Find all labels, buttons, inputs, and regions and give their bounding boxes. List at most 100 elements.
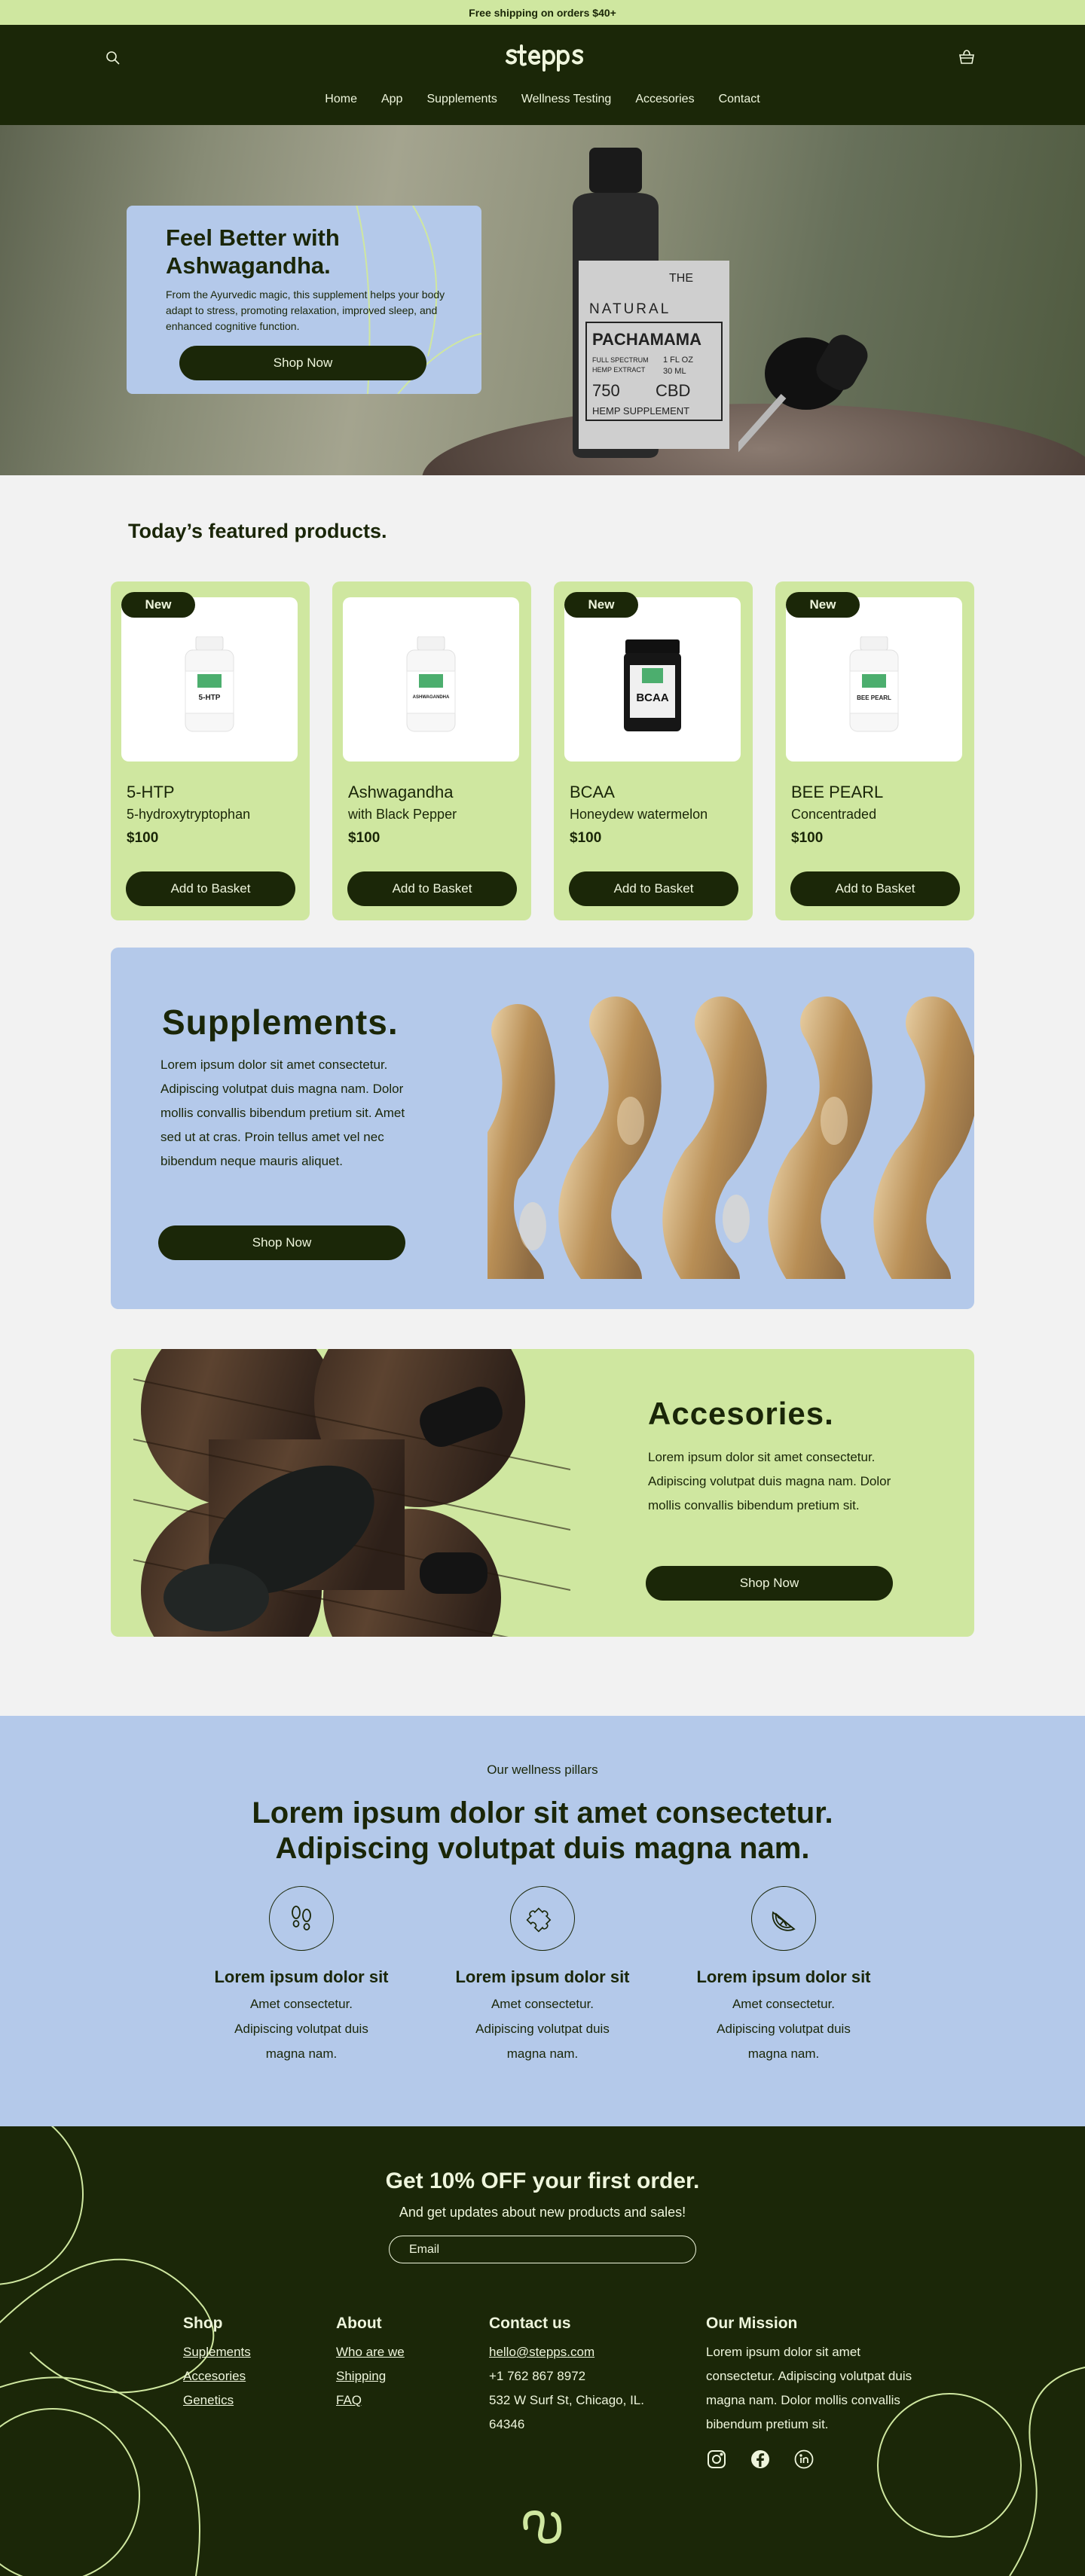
supplement-jar-image: BEE PEARL [849, 636, 899, 732]
social-links [706, 2449, 925, 2470]
footer-about-title: About [336, 2315, 382, 2332]
pillar-text: Amet consectetur. Adipiscing volutpat du… [234, 1997, 368, 2061]
nav-accesories[interactable]: Accesories [623, 93, 706, 106]
footer-contact-phone: +1 762 867 8972 [489, 2369, 586, 2383]
nav-app[interactable]: App [369, 93, 414, 106]
dropper-image [738, 334, 868, 453]
supplement-jar-image: 5-HTP [185, 636, 234, 732]
product-card[interactable]: ASHWAGANDHA Ashwagandha with Black Peppe… [332, 581, 531, 920]
product-card[interactable]: BCAA New BCAA Honeydew watermelon $100 A… [554, 581, 753, 920]
footer-contact-title: Contact us [489, 2315, 571, 2332]
bottle-label-spectrum: FULL SPECTRUM [592, 356, 649, 364]
nav-home[interactable]: Home [313, 93, 369, 106]
hero-text: From the Ayurvedic magic, this supplemen… [166, 288, 445, 332]
supplements-section: Supplements. Lorem ipsum dolor sit amet … [111, 948, 974, 1309]
footer-link-shipping[interactable]: Shipping [336, 2364, 405, 2388]
footer-shop-title: Shop [183, 2315, 223, 2332]
product-name: BCAA [570, 783, 615, 801]
product-image[interactable]: 5-HTP [121, 597, 298, 762]
hero-title: Feel Better with Ashwagandha. [166, 224, 442, 279]
footer-contact-column: Contact us hello@stepps.com +1 762 867 8… [489, 2315, 644, 2437]
add-to-basket-button[interactable]: Add to Basket [790, 871, 960, 906]
instagram-icon[interactable] [706, 2449, 727, 2470]
product-price: $100 [127, 830, 159, 846]
stepps-monogram-logo[interactable] [520, 2507, 568, 2549]
footer-mission-column: Our Mission Lorem ipsum dolor sit amet c… [706, 2315, 925, 2470]
footer-link-who-are-we[interactable]: Who are we [336, 2340, 405, 2364]
pillar-item: Lorem ipsum dolor sit Amet consectetur. … [192, 1886, 411, 2066]
product-name: Ashwagandha [348, 783, 454, 801]
jar-label: BCAA [636, 691, 668, 704]
add-to-basket-button[interactable]: Add to Basket [569, 871, 738, 906]
supplement-jar-image: ASHWAGANDHA [406, 636, 456, 732]
footer-contact-address-line1: 532 W Surf St, Chicago, IL. [489, 2393, 644, 2407]
product-card[interactable]: 5-HTP New 5-HTP 5-hydroxytryptophan $100… [111, 581, 310, 920]
promo-title: Get 10% OFF your first order. [385, 2169, 700, 2193]
pillar-title: Lorem ipsum dolor sit [214, 1967, 389, 1986]
pillars-kicker: Our wellness pillars [487, 1763, 598, 1777]
supplements-text: Lorem ipsum dolor sit amet consectetur. … [160, 1058, 405, 1168]
footer-contact-address-line2: 64346 [489, 2417, 525, 2431]
accessories-shop-now-button[interactable]: Shop Now [646, 1566, 893, 1601]
footer-link-accesories[interactable]: Accesories [183, 2364, 251, 2388]
footprints-icon [292, 1906, 311, 1930]
pillar-title: Lorem ipsum dolor sit [696, 1967, 871, 1986]
bottle-label-ml: 30 ML [663, 367, 686, 376]
bottle-label-natural: NATURAL [589, 301, 671, 317]
nav-supplements[interactable]: Supplements [414, 93, 509, 106]
lime-slice-icon [772, 1911, 796, 1931]
footer-link-genetics[interactable]: Genetics [183, 2388, 251, 2413]
hero-card: Feel Better with Ashwagandha. From the A… [127, 206, 481, 394]
product-name: 5-HTP [127, 783, 175, 801]
supplements-shop-now-button[interactable]: Shop Now [158, 1225, 405, 1260]
announcement-bar: Free shipping on orders $40+ [0, 0, 1085, 25]
new-badge: New [786, 592, 860, 618]
product-image[interactable]: BEE PEARL [786, 597, 962, 762]
nav-wellness-testing[interactable]: Wellness Testing [509, 93, 623, 106]
add-to-basket-button[interactable]: Add to Basket [347, 871, 517, 906]
new-badge: New [121, 592, 195, 618]
product-card[interactable]: BEE PEARL New BEE PEARL Concentraded $10… [775, 581, 974, 920]
hero-title-line1: Feel Better with [166, 224, 340, 251]
bottle-label-cbd: CBD [656, 381, 690, 400]
pillar-text: Amet consectetur. Adipiscing volutpat du… [475, 1997, 610, 2061]
footer-link-suplements[interactable]: Suplements [183, 2340, 251, 2364]
product-image[interactable]: ASHWAGANDHA [343, 597, 519, 762]
hero-shop-now-button[interactable]: Shop Now [179, 346, 426, 380]
facebook-icon[interactable] [750, 2449, 771, 2470]
product-price: $100 [791, 830, 824, 846]
product-price: $100 [570, 830, 602, 846]
shopping-bag-icon[interactable] [957, 47, 976, 67]
footer-mission-text: Lorem ipsum dolor sit amet consectetur. … [706, 2345, 912, 2431]
capsules-wave-image [487, 997, 974, 1279]
stepps-logo[interactable] [505, 40, 588, 73]
product-image[interactable]: BCAA [564, 597, 741, 762]
pillar-icon-circle [510, 1886, 575, 1951]
bottle-label-extract: HEMP EXTRACT [592, 366, 646, 374]
sneakers-dumbbell-image [133, 1349, 570, 1637]
linkedin-icon[interactable] [793, 2449, 815, 2470]
product-price: $100 [348, 830, 381, 846]
main-nav: Home App Supplements Wellness Testing Ac… [0, 93, 1085, 106]
new-badge: New [564, 592, 638, 618]
pillar-title: Lorem ipsum dolor sit [455, 1967, 630, 1986]
site-footer: Get 10% OFF your first order. And get up… [0, 2126, 1085, 2576]
add-to-basket-button[interactable]: Add to Basket [126, 871, 295, 906]
accessories-section: Accesories. Lorem ipsum dolor sit amet c… [111, 1349, 974, 1637]
puzzle-icon [526, 1907, 552, 1933]
product-name: BEE PEARL [791, 783, 884, 801]
product-subtitle: 5-hydroxytryptophan [127, 807, 251, 822]
search-icon[interactable] [104, 49, 122, 67]
jar-label: ASHWAGANDHA [413, 695, 450, 700]
email-field[interactable] [389, 2236, 696, 2263]
pillar-icon-circle [751, 1886, 816, 1951]
nav-contact[interactable]: Contact [707, 93, 772, 106]
wellness-pillars-section: Our wellness pillars Lorem ipsum dolor s… [0, 1716, 1085, 2126]
jar-label: 5-HTP [199, 694, 221, 702]
accessories-title: Accesories. [648, 1396, 834, 1431]
bottle-label-floz: 1 FL OZ [663, 356, 693, 365]
footer-contact-email[interactable]: hello@stepps.com [489, 2340, 644, 2364]
footer-link-faq[interactable]: FAQ [336, 2388, 405, 2413]
supplements-title: Supplements. [162, 1003, 399, 1042]
pillar-text: Amet consectetur. Adipiscing volutpat du… [717, 1997, 851, 2061]
